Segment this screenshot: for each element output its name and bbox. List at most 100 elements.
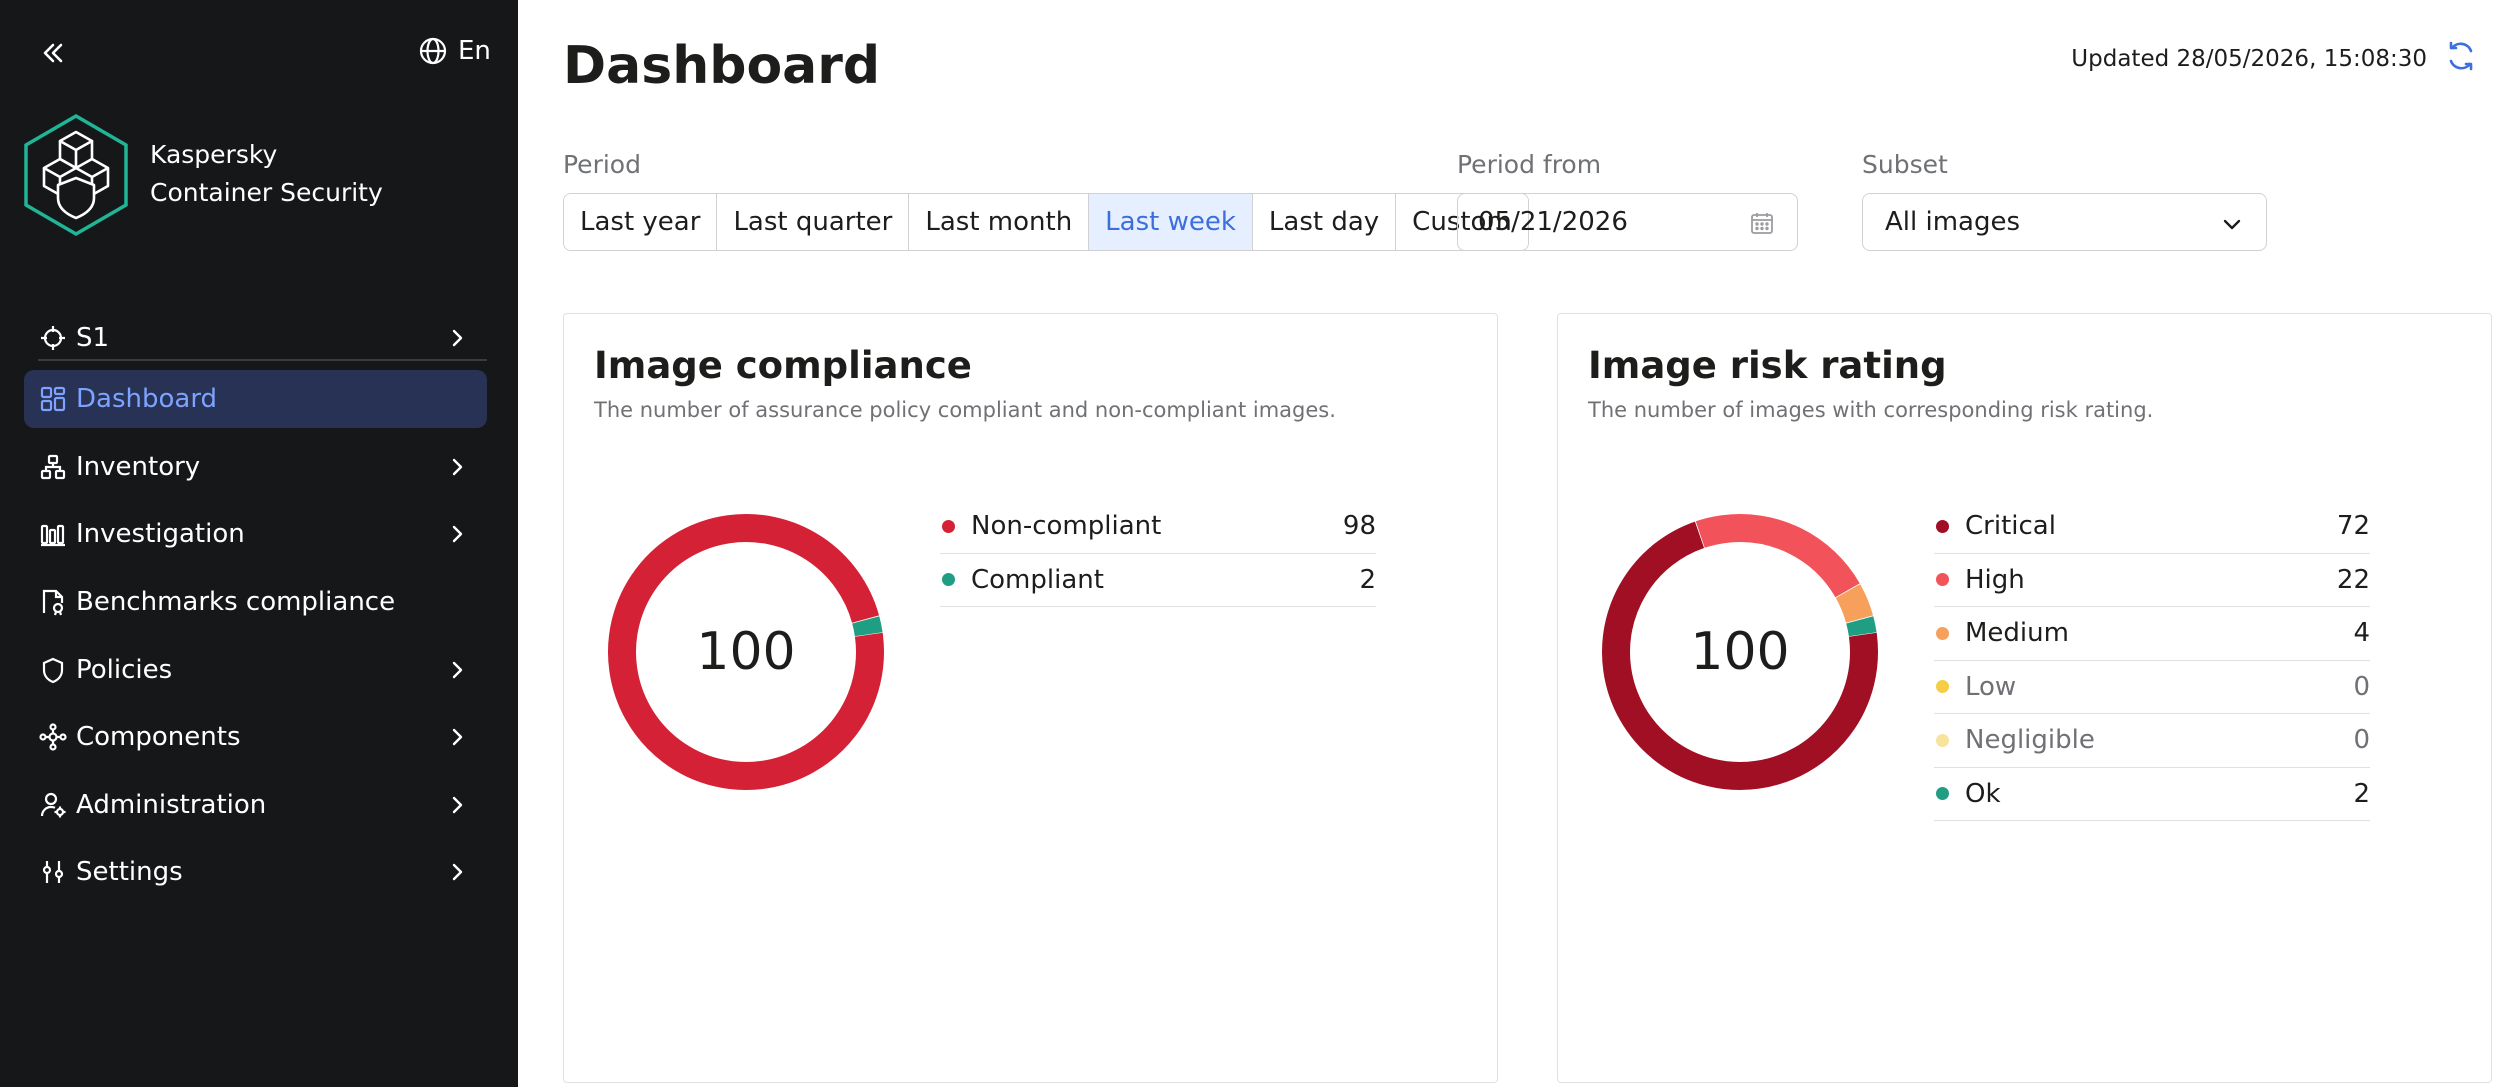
chevron-right-icon — [452, 863, 463, 881]
chevron-right-icon — [452, 661, 463, 679]
sidebar-item-label: Inventory — [76, 452, 201, 482]
crosshair-icon — [38, 323, 68, 353]
legend-label: Non-compliant — [971, 511, 1162, 542]
language-label: En — [458, 36, 491, 66]
legend-item-ok[interactable]: Ok 2 — [1934, 768, 2370, 821]
image-compliance-card: Image compliance The number of assurance… — [563, 313, 1498, 1083]
chevron-right-icon — [452, 329, 463, 347]
sidebar-item-components[interactable]: Components — [24, 708, 487, 766]
sidebar-item-label: Administration — [76, 790, 267, 820]
refresh-button[interactable] — [2443, 38, 2479, 74]
sidebar-item-policies[interactable]: Policies — [24, 641, 487, 699]
legend-dot — [1936, 680, 1949, 694]
sidebar-item-inventory[interactable]: Inventory — [24, 438, 487, 496]
legend-item-low[interactable]: Low 0 — [1934, 661, 2370, 714]
legend-value: 0 — [2353, 671, 2370, 702]
donut-total: 100 — [696, 622, 796, 682]
period-option-last-day[interactable]: Last day — [1252, 194, 1397, 250]
legend-value: 2 — [2353, 778, 2370, 809]
legend-item-compliant[interactable]: Compliant 2 — [940, 554, 1376, 607]
legend-value: 22 — [2336, 564, 2370, 595]
period-from-label: Period from — [1457, 150, 1602, 179]
period-segmented-control: Last year Last quarter Last month Last w… — [563, 193, 1529, 251]
card-subtitle: The number of images with corresponding … — [1588, 398, 2154, 422]
settings-sliders-icon — [38, 857, 68, 887]
brand-line1: Kaspersky — [150, 140, 278, 169]
sidebar-item-label: Benchmarks compliance — [76, 587, 396, 617]
calendar-icon[interactable] — [1749, 210, 1775, 236]
legend-item-negligible[interactable]: Negligible 0 — [1934, 714, 2370, 768]
dashboard-icon — [38, 384, 68, 414]
legend-item-non-compliant[interactable]: Non-compliant 98 — [940, 500, 1376, 554]
shield-icon — [38, 655, 68, 685]
compliance-legend: Non-compliant 98 Compliant 2 — [940, 500, 1376, 607]
period-from-value: 05/21/2026 — [1478, 207, 1628, 237]
legend-dot — [1936, 573, 1949, 587]
legend-label: Ok — [1965, 778, 2001, 809]
period-option-last-quarter[interactable]: Last quarter — [717, 194, 910, 250]
sidebar-item-label: Components — [76, 722, 241, 752]
legend-label: Medium — [1965, 618, 2069, 649]
subset-label: Subset — [1862, 150, 1948, 179]
subset-select[interactable]: All images — [1862, 193, 2267, 251]
components-icon — [38, 722, 68, 752]
legend-item-critical[interactable]: Critical 72 — [1934, 500, 2370, 554]
nav-divider — [38, 359, 487, 361]
period-option-last-month[interactable]: Last month — [909, 194, 1090, 250]
legend-value: 98 — [1342, 511, 1376, 542]
sidebar-item-administration[interactable]: Administration — [24, 776, 487, 834]
sidebar-item-label: Settings — [76, 857, 183, 887]
chevron-right-icon — [452, 728, 463, 746]
period-label: Period — [563, 150, 641, 179]
legend-label: Low — [1965, 671, 2017, 702]
legend-item-medium[interactable]: Medium 4 — [1934, 607, 2370, 661]
sidebar-item-investigation[interactable]: Investigation — [24, 505, 487, 563]
period-option-last-week[interactable]: Last week — [1089, 194, 1253, 250]
legend-dot — [1936, 519, 1949, 533]
legend-label: Critical — [1965, 511, 2056, 542]
legend-label: High — [1965, 564, 2025, 595]
product-name: Kaspersky Container Security — [150, 136, 383, 212]
sidebar-item-label: Investigation — [76, 519, 245, 549]
language-switch-button[interactable]: En — [418, 36, 491, 66]
inventory-icon — [38, 452, 68, 482]
card-subtitle: The number of assurance policy compliant… — [594, 398, 1336, 422]
sidebar-item-settings[interactable]: Settings — [24, 843, 487, 901]
legend-dot — [1936, 787, 1949, 801]
period-option-last-year[interactable]: Last year — [564, 194, 718, 250]
brand-line2: Container Security — [150, 178, 383, 207]
collapse-sidebar-button[interactable] — [36, 36, 70, 70]
chevron-down-icon — [2223, 219, 2241, 230]
legend-value: 0 — [2353, 725, 2370, 756]
chevron-right-icon — [452, 458, 463, 476]
chevron-right-icon — [452, 796, 463, 814]
period-from-date-input[interactable]: 05/21/2026 — [1457, 193, 1798, 251]
card-title: Image compliance — [594, 344, 972, 387]
admin-user-icon — [38, 790, 68, 820]
legend-dot — [942, 519, 955, 533]
legend-value: 2 — [1359, 564, 1376, 595]
legend-dot — [1936, 626, 1949, 640]
sidebar-item-label: Dashboard — [76, 384, 218, 414]
chevron-right-icon — [452, 525, 463, 543]
image-risk-rating-card: Image risk rating The number of images w… — [1557, 313, 2492, 1083]
subset-value: All images — [1885, 207, 2021, 237]
last-updated-text: Updated 28/05/2026, 15:08:30 — [2071, 46, 2427, 72]
legend-label: Negligible — [1965, 725, 2095, 756]
sidebar-item-dashboard[interactable]: Dashboard — [24, 370, 487, 428]
refresh-icon — [2449, 41, 2473, 71]
legend-value: 72 — [2336, 511, 2370, 542]
sidebar: En Kaspersky Container Security S1 Dashb… — [0, 0, 518, 1087]
legend-dot — [1936, 733, 1949, 747]
benchmarks-icon — [38, 587, 68, 617]
risk-rating-legend: Critical 72 High 22 Medium 4 Low 0 Negligible 0 Ok… — [1934, 500, 2370, 821]
donut-total: 100 — [1690, 622, 1790, 682]
investigation-icon — [38, 519, 68, 549]
sidebar-item-benchmarks-compliance[interactable]: Benchmarks compliance — [24, 573, 487, 631]
sidebar-item-label: Policies — [76, 655, 173, 685]
double-chevron-left-icon — [43, 43, 63, 63]
kaspersky-logo — [24, 113, 128, 237]
legend-item-high[interactable]: High 22 — [1934, 554, 2370, 607]
card-title: Image risk rating — [1588, 344, 1947, 387]
legend-label: Compliant — [971, 564, 1104, 595]
